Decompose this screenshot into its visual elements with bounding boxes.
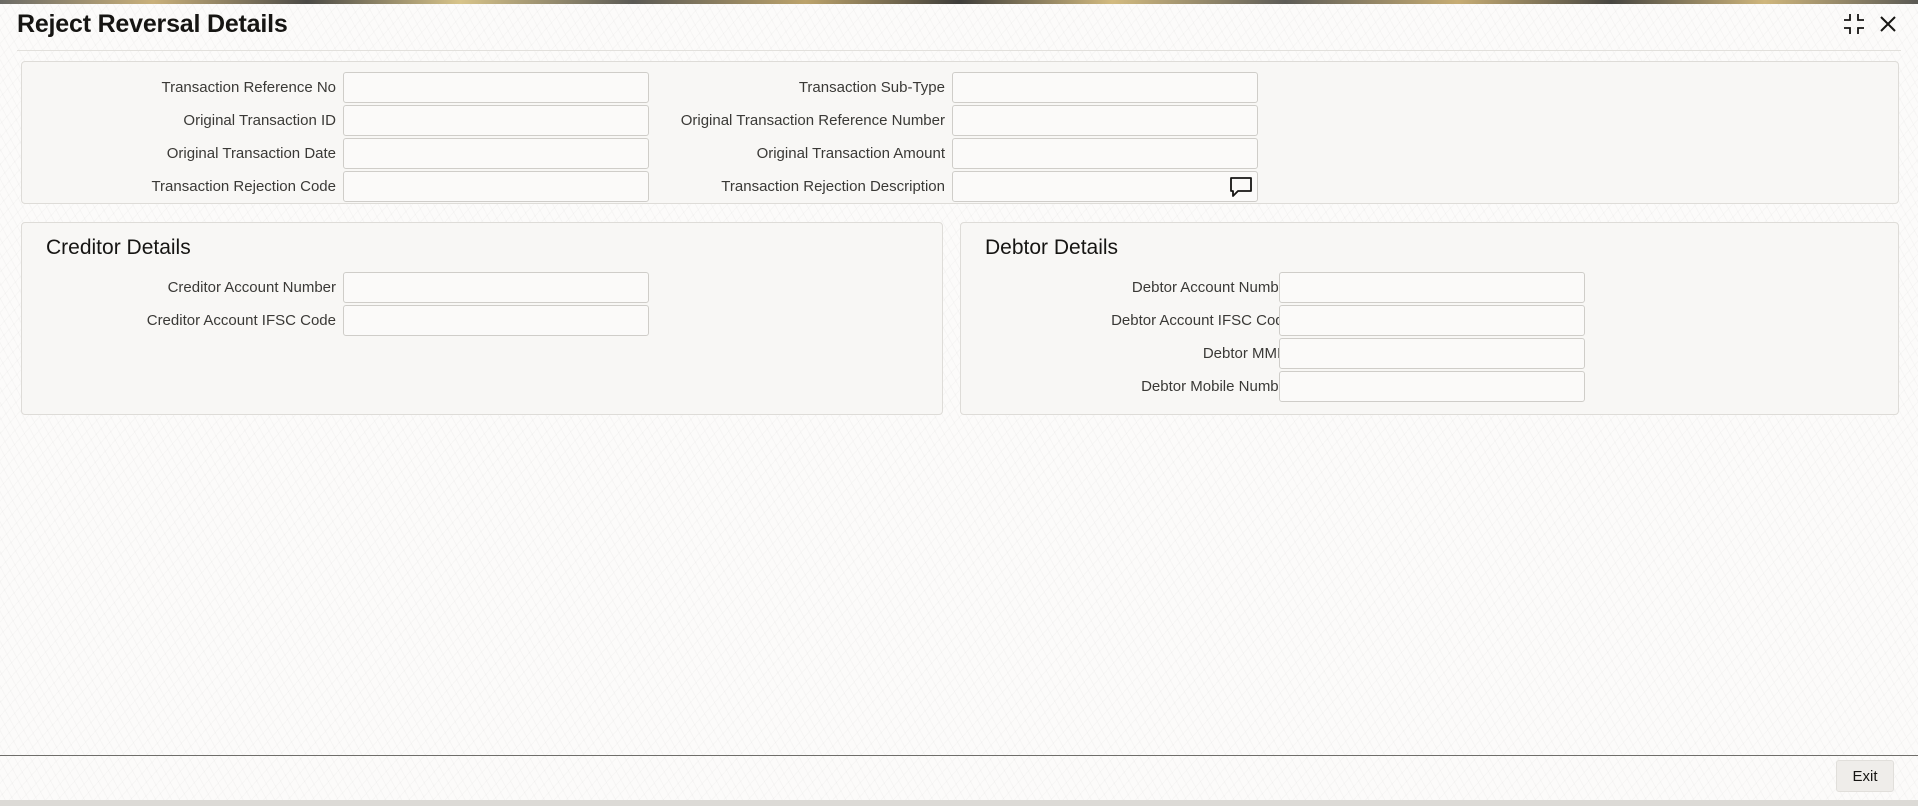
exit-button[interactable]: Exit bbox=[1836, 760, 1894, 792]
close-icon[interactable] bbox=[1876, 12, 1900, 36]
transaction-sub-type-label: Transaction Sub-Type bbox=[798, 79, 945, 96]
debtor-account-ifsc-code-label: Debtor Account IFSC Code bbox=[1111, 312, 1292, 329]
original-transaction-reference-number-input[interactable] bbox=[952, 105, 1258, 136]
bottom-band bbox=[0, 800, 1918, 806]
transaction-rejection-description-input[interactable] bbox=[952, 171, 1258, 202]
transaction-rejection-code-label: Transaction Rejection Code bbox=[151, 178, 336, 195]
reject-reversal-window: Reject Reversal Details Transaction Refe… bbox=[0, 0, 1918, 806]
transaction-reference-no-input[interactable] bbox=[343, 72, 649, 103]
transaction-rejection-description-label: Transaction Rejection Description bbox=[721, 178, 945, 195]
footer-divider bbox=[0, 755, 1918, 756]
creditor-account-number-input[interactable] bbox=[343, 272, 649, 303]
debtor-account-ifsc-code-input[interactable] bbox=[1279, 305, 1585, 336]
creditor-account-ifsc-code-label: Creditor Account IFSC Code bbox=[146, 312, 336, 329]
debtor-account-number-input[interactable] bbox=[1279, 272, 1585, 303]
original-transaction-id-label: Original Transaction ID bbox=[183, 112, 336, 129]
original-transaction-reference-number-label: Original Transaction Reference Number bbox=[680, 112, 945, 129]
page-title: Reject Reversal Details bbox=[17, 10, 288, 38]
creditor-details-panel: Creditor Details Creditor Account Number… bbox=[21, 222, 943, 415]
debtor-details-panel: Debtor Details Debtor Account Number Deb… bbox=[960, 222, 1899, 415]
original-transaction-amount-input[interactable] bbox=[952, 138, 1258, 169]
transaction-sub-type-input[interactable] bbox=[952, 72, 1258, 103]
debtor-mmid-input[interactable] bbox=[1279, 338, 1585, 369]
creditor-account-ifsc-code-input[interactable] bbox=[343, 305, 649, 336]
creditor-account-number-label: Creditor Account Number bbox=[167, 279, 336, 296]
header-divider bbox=[17, 50, 1901, 51]
window-controls bbox=[1842, 12, 1900, 36]
original-transaction-date-label: Original Transaction Date bbox=[166, 145, 336, 162]
creditor-details-title: Creditor Details bbox=[46, 236, 191, 259]
transaction-rejection-code-input[interactable] bbox=[343, 171, 649, 202]
transaction-details-panel: Transaction Reference No Original Transa… bbox=[21, 61, 1899, 204]
maximize-icon[interactable] bbox=[1842, 12, 1866, 36]
top-banner-strip bbox=[0, 0, 1918, 4]
comment-icon[interactable] bbox=[1229, 176, 1253, 198]
debtor-mobile-number-input[interactable] bbox=[1279, 371, 1585, 402]
original-transaction-amount-label: Original Transaction Amount bbox=[756, 145, 945, 162]
debtor-account-number-label: Debtor Account Number bbox=[1131, 279, 1292, 296]
original-transaction-id-input[interactable] bbox=[343, 105, 649, 136]
debtor-details-title: Debtor Details bbox=[985, 236, 1119, 259]
transaction-reference-no-label: Transaction Reference No bbox=[161, 79, 336, 96]
debtor-mobile-number-label: Debtor Mobile Number bbox=[1141, 378, 1292, 395]
original-transaction-date-input[interactable] bbox=[343, 138, 649, 169]
